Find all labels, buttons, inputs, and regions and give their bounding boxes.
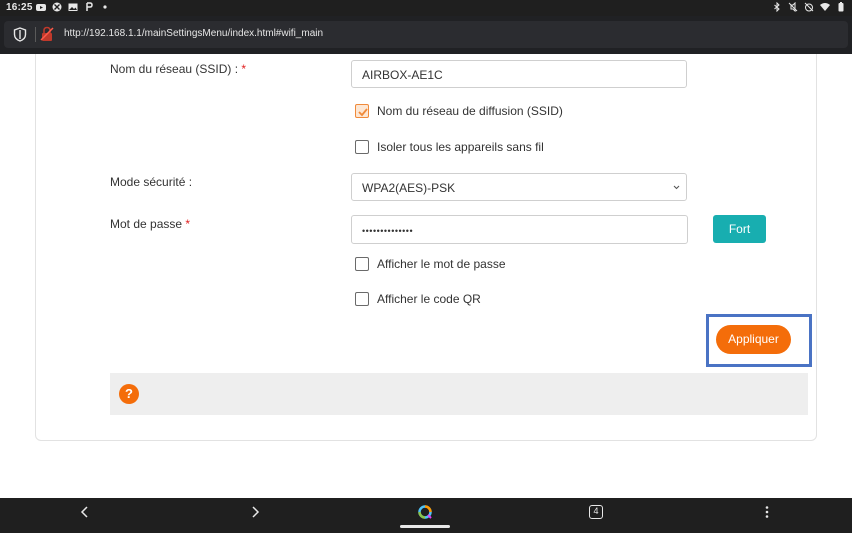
wifi-icon bbox=[820, 3, 830, 11]
browser-nav-bar: 4 bbox=[0, 498, 852, 533]
security-value: WPA2(AES)-PSK bbox=[362, 181, 456, 195]
tabs-button[interactable]: 4 bbox=[589, 505, 603, 519]
show-password-checkbox[interactable] bbox=[355, 257, 369, 271]
bluetooth-icon bbox=[774, 2, 780, 12]
password-label-text: Mot de passe bbox=[110, 217, 183, 231]
alarm-off-icon bbox=[804, 2, 814, 12]
chevron-down-icon bbox=[673, 185, 680, 190]
status-right-icons bbox=[772, 2, 846, 12]
show-password-label: Afficher le mot de passe bbox=[377, 257, 506, 271]
menu-icon[interactable] bbox=[759, 504, 775, 520]
password-label: Mot de passe * bbox=[110, 217, 190, 231]
forward-icon[interactable] bbox=[247, 504, 263, 520]
apply-button[interactable]: Appliquer bbox=[716, 325, 791, 354]
help-icon[interactable]: ? bbox=[119, 384, 139, 404]
address-divider bbox=[35, 27, 36, 42]
parking-icon bbox=[86, 2, 93, 11]
youtube-icon bbox=[36, 4, 46, 11]
browser-toolbar: http://192.168.1.1/mainSettingsMenu/inde… bbox=[0, 16, 852, 54]
required-mark: * bbox=[241, 62, 247, 76]
isolate-row[interactable]: Isoler tous les appareils sans fil bbox=[355, 140, 544, 154]
shield-icon[interactable] bbox=[13, 27, 27, 42]
address-bar[interactable]: http://192.168.1.1/mainSettingsMenu/inde… bbox=[4, 21, 848, 48]
image-icon bbox=[68, 3, 78, 11]
help-bar: ? bbox=[110, 373, 808, 415]
password-value: •••••••••••••• bbox=[362, 226, 414, 236]
status-left-icons bbox=[36, 2, 110, 12]
security-select[interactable]: WPA2(AES)-PSK bbox=[351, 173, 687, 201]
broadcast-ssid-checkbox[interactable] bbox=[355, 104, 369, 118]
home-indicator bbox=[400, 525, 450, 528]
tab-count: 4 bbox=[593, 506, 599, 516]
required-mark: * bbox=[185, 217, 191, 231]
security-label: Mode sécurité : bbox=[110, 175, 193, 189]
ssid-value: AIRBOX-AE1C bbox=[362, 68, 443, 82]
checkmark-icon bbox=[358, 108, 368, 117]
browser-logo-icon[interactable] bbox=[417, 504, 433, 520]
password-input[interactable]: •••••••••••••• bbox=[351, 215, 688, 244]
url-text[interactable]: http://192.168.1.1/mainSettingsMenu/inde… bbox=[64, 28, 323, 39]
isolate-label: Isoler tous les appareils sans fil bbox=[377, 140, 544, 154]
isolate-checkbox[interactable] bbox=[355, 140, 369, 154]
insecure-lock-icon[interactable] bbox=[40, 26, 54, 42]
show-qr-label: Afficher le code QR bbox=[377, 292, 481, 306]
password-strength-button[interactable]: Fort bbox=[713, 215, 766, 243]
show-qr-checkbox[interactable] bbox=[355, 292, 369, 306]
mute-icon bbox=[788, 2, 798, 12]
show-qr-row[interactable]: Afficher le code QR bbox=[355, 292, 481, 306]
broadcast-ssid-row[interactable]: Nom du réseau de diffusion (SSID) bbox=[355, 104, 563, 118]
back-icon[interactable] bbox=[77, 504, 93, 520]
dot-icon bbox=[103, 5, 107, 9]
ssid-label: Nom du réseau (SSID) : * bbox=[110, 62, 246, 76]
show-password-row[interactable]: Afficher le mot de passe bbox=[355, 257, 506, 271]
ssid-input[interactable]: AIRBOX-AE1C bbox=[351, 60, 687, 88]
ssid-label-text: Nom du réseau (SSID) : bbox=[110, 62, 239, 76]
broadcast-ssid-label: Nom du réseau de diffusion (SSID) bbox=[377, 104, 563, 118]
xbox-icon bbox=[52, 2, 62, 12]
battery-icon bbox=[838, 2, 844, 12]
status-time: 16:25 bbox=[6, 2, 33, 13]
status-bar: 16:25 bbox=[0, 0, 852, 16]
page-content: Nom du réseau (SSID) : * AIRBOX-AE1C Nom… bbox=[0, 54, 852, 498]
